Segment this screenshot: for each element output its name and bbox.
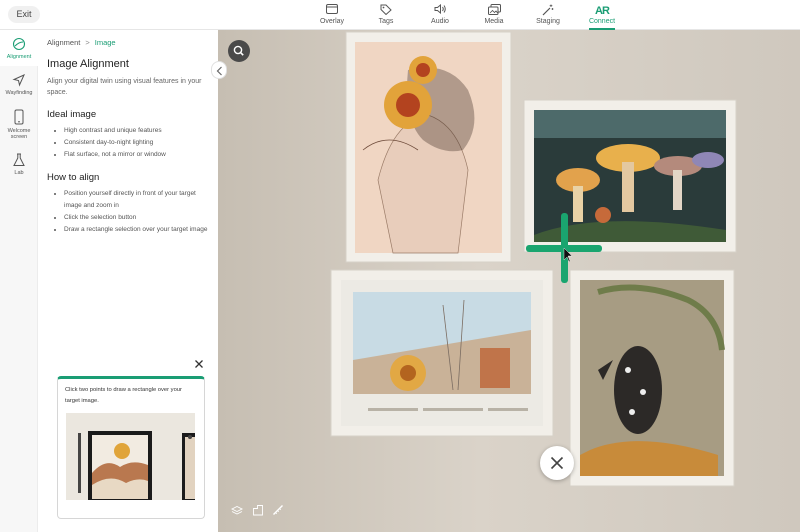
page-title: Image Alignment: [47, 58, 129, 70]
cancel-selection-button[interactable]: [540, 446, 574, 480]
frame-portrait-artwork: [345, 31, 512, 263]
wall-scene: [218, 30, 800, 532]
list-item: Draw a rectangle selection over your tar…: [64, 224, 210, 236]
media-icon: [467, 0, 521, 18]
list-item: High contrast and unique features: [64, 125, 210, 137]
rail-item-alignment[interactable]: Alignment: [0, 30, 38, 66]
tab-staging[interactable]: Staging: [521, 0, 575, 30]
ar-icon: AR: [575, 0, 629, 18]
navigation-arrow-icon: [12, 74, 25, 87]
mode-tabs: Overlay Tags Audio Media Staging AR Conn…: [305, 0, 629, 30]
rail-item-label: Wayfinding: [5, 90, 33, 96]
alignment-icon: [12, 37, 26, 51]
tab-media[interactable]: Media: [467, 0, 521, 30]
speaker-icon: [413, 0, 467, 18]
rail-item-label: Lab: [14, 170, 24, 176]
left-rail: Alignment Wayfinding Welcome screen Lab: [0, 30, 38, 532]
floorplan-icon[interactable]: [252, 504, 264, 516]
collapse-panel-button[interactable]: [211, 61, 227, 79]
close-icon: [550, 456, 564, 470]
rail-item-lab[interactable]: Lab: [0, 146, 38, 182]
overlay-icon: [305, 0, 359, 18]
tab-label: Staging: [536, 18, 560, 25]
rail-item-label: Welcome screen: [7, 128, 31, 140]
frame-mushroom-artwork: [523, 99, 737, 253]
list-item: Consistent day-to-night lighting: [64, 137, 210, 149]
phone-icon: [14, 109, 24, 125]
list-item: Click the selection button: [64, 212, 210, 224]
tab-label: Audio: [431, 18, 449, 25]
tab-label: Connect: [588, 18, 616, 25]
chevron-left-icon: [216, 66, 222, 76]
rail-item-welcome-screen[interactable]: Welcome screen: [0, 102, 38, 146]
breadcrumb-parent[interactable]: Alignment: [47, 38, 80, 47]
top-bar: Exit Overlay Tags Audio Media Staging AR…: [0, 0, 800, 30]
tab-connect[interactable]: AR Connect: [575, 0, 629, 30]
tab-overlay[interactable]: Overlay: [305, 0, 359, 30]
rail-item-wayfinding[interactable]: Wayfinding: [0, 66, 38, 102]
tab-tags[interactable]: Tags: [359, 0, 413, 30]
frame-bridge-artwork: [330, 269, 554, 437]
list-item: Flat surface, not a mirror or window: [64, 149, 210, 161]
breadcrumb: Alignment > Image: [47, 38, 210, 47]
search-icon: [233, 45, 244, 56]
breadcrumb-current: Image: [94, 38, 116, 47]
tab-label: Overlay: [319, 18, 345, 25]
camera-viewport[interactable]: [218, 30, 800, 532]
how-to-align-heading: How to align: [47, 172, 100, 183]
tab-label: Tags: [378, 18, 394, 25]
ideal-image-list: High contrast and unique features Consis…: [47, 125, 210, 161]
rail-item-label: Alignment: [6, 54, 32, 60]
tab-audio[interactable]: Audio: [413, 0, 467, 30]
ar-logo-text: AR: [595, 5, 610, 17]
frame-quoll-artwork: [569, 269, 735, 487]
flask-icon: [13, 153, 25, 166]
ideal-image-heading: Ideal image: [47, 109, 97, 120]
hint-example-image: [66, 413, 195, 500]
hint-close-icon[interactable]: [194, 359, 204, 369]
exit-button[interactable]: Exit: [8, 6, 40, 23]
layers-icon[interactable]: [231, 504, 243, 516]
breadcrumb-separator: >: [85, 38, 90, 47]
panel-description: Align your digital twin using visual fea…: [47, 78, 202, 96]
magic-wand-icon: [521, 0, 575, 18]
search-button[interactable]: [228, 40, 250, 62]
list-item: Position yourself directly in front of y…: [64, 188, 210, 212]
hint-text: Click two points to draw a rectangle ove…: [65, 387, 182, 404]
measure-icon[interactable]: [272, 504, 284, 516]
tab-label: Media: [484, 18, 504, 25]
hint-card: Click two points to draw a rectangle ove…: [57, 376, 205, 519]
how-to-align-list: Position yourself directly in front of y…: [47, 188, 210, 236]
tag-icon: [359, 0, 413, 18]
